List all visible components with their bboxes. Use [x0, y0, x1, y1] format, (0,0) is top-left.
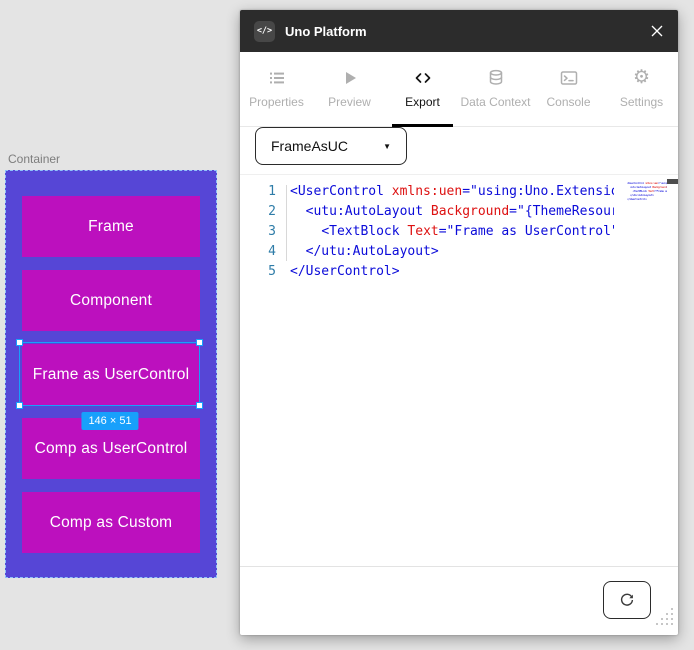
plugin-header: </> Uno Platform [240, 10, 678, 52]
tab-label: Data Context [460, 95, 530, 109]
refresh-icon [619, 592, 635, 608]
selection-handle-se[interactable] [196, 402, 203, 409]
tab-data-context[interactable]: Data Context [459, 52, 532, 126]
close-button[interactable] [650, 24, 664, 38]
canvas-button-comp-as-custom[interactable]: Comp as Custom [22, 492, 200, 553]
tab-label: Preview [328, 95, 371, 109]
size-badge: 146 × 51 [81, 412, 138, 430]
uno-platform-plugin-window: </> Uno Platform Properties Preview [240, 10, 678, 635]
line-number: 5 [240, 262, 276, 282]
code-area: 1 <UserControl xmlns:uen="using:Uno.Exte… [240, 175, 678, 282]
code-text[interactable]: </utu:AutoLayout> [276, 242, 614, 262]
tab-properties[interactable]: Properties [240, 52, 313, 126]
code-line: 1 <UserControl xmlns:uen="using:Uno.Exte… [240, 182, 678, 202]
close-icon [650, 24, 664, 38]
canvas-button-frame[interactable]: Frame [22, 196, 200, 257]
code-text[interactable]: <TextBlock Text="Frame as UserControl" [276, 222, 614, 242]
tab-label: Export [405, 95, 440, 109]
selection-outline[interactable] [19, 342, 200, 406]
code-line: 5 </UserControl> [240, 262, 678, 282]
database-icon [487, 69, 505, 87]
resize-grip[interactable] [654, 606, 676, 633]
dropdown-value: FrameAsUC [271, 138, 348, 154]
refresh-button[interactable] [603, 581, 651, 619]
line-number: 3 [240, 222, 276, 242]
tab-bar: Properties Preview Export Data Context [240, 52, 678, 127]
tab-console[interactable]: Console [532, 52, 605, 126]
code-line: 4 </utu:AutoLayout> [240, 242, 678, 262]
line-number: 1 [240, 182, 276, 202]
code-text[interactable]: </UserControl> [276, 262, 614, 282]
tab-export[interactable]: Export [386, 52, 459, 126]
uno-logo-icon: </> [254, 21, 275, 42]
code-text[interactable]: <UserControl xmlns:uen="using:Uno.Extens… [276, 182, 614, 202]
tab-label: Properties [249, 95, 304, 109]
code-text[interactable]: <utu:AutoLayout Background="{ThemeResour… [276, 202, 614, 222]
selection-handle-ne[interactable] [196, 339, 203, 346]
terminal-icon [560, 69, 578, 87]
code-icon [414, 69, 432, 87]
code-line: 3 <TextBlock Text="Frame as UserControl" [240, 222, 678, 242]
container-frame-label[interactable]: Container [8, 152, 60, 166]
tab-preview[interactable]: Preview [313, 52, 386, 126]
code-line: 2 <utu:AutoLayout Background="{ThemeReso… [240, 202, 678, 222]
tab-settings[interactable]: ⚙ Settings [605, 52, 678, 126]
scrollbar-thumb[interactable] [667, 179, 678, 184]
bottom-bar [240, 566, 678, 635]
selection-handle-nw[interactable] [16, 339, 23, 346]
code-editor[interactable]: 1 <UserControl xmlns:uen="using:Uno.Exte… [240, 174, 678, 566]
line-number: 2 [240, 202, 276, 222]
tab-label: Settings [620, 95, 663, 109]
export-target-dropdown[interactable]: FrameAsUC ▼ [255, 127, 407, 165]
minimap-line: </UserControl> [627, 197, 667, 201]
canvas-button-component[interactable]: Component [22, 270, 200, 331]
play-icon [341, 69, 359, 87]
gear-icon: ⚙ [633, 69, 650, 87]
tab-label: Console [546, 95, 590, 109]
selection-handle-sw[interactable] [16, 402, 23, 409]
list-icon [268, 69, 286, 87]
indent-guide [286, 185, 287, 261]
chevron-down-icon: ▼ [383, 142, 391, 151]
line-number: 4 [240, 242, 276, 262]
minimap[interactable]: <UserControl xmlns:uen="using:Uno.Extens… [627, 181, 667, 201]
plugin-title: Uno Platform [285, 24, 367, 39]
